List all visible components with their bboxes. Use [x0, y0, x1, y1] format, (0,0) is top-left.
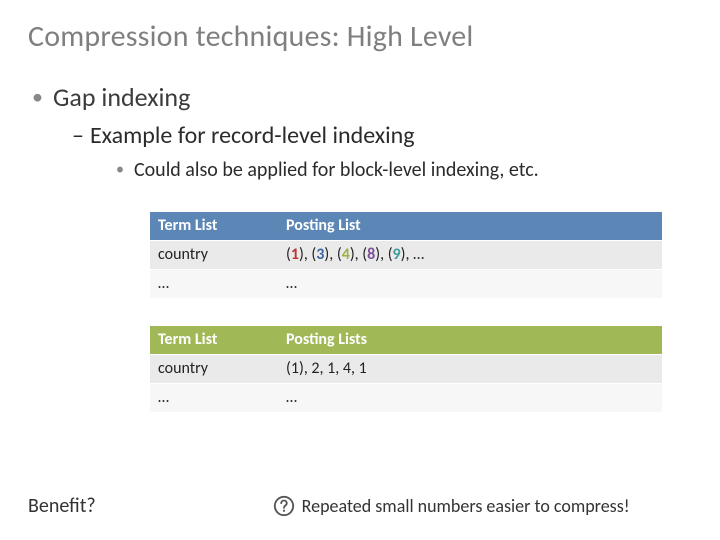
benefit-question: Benefit? [28, 494, 96, 518]
cell-term: … [150, 270, 278, 299]
cell-posting: … [278, 384, 662, 413]
table-row: country (1), 2, 1, 4, 1 [150, 355, 662, 384]
table-header-term: Term List [150, 326, 278, 355]
posting-value: 9 [393, 245, 401, 264]
bullet-level-3: • Could also be applied for block-level i… [116, 158, 692, 182]
bullet-level-1: • Gap indexing [32, 81, 692, 113]
cell-term: … [150, 384, 278, 413]
bullet-level-2: –Example for record-level indexing [72, 121, 692, 150]
posting-value: 8 [367, 245, 375, 264]
tables-container: Term List Posting List country (1), (3),… [150, 212, 662, 412]
answer-wrap: Repeated small numbers easier to compres… [272, 494, 630, 518]
cell-term: country [150, 355, 278, 384]
table-header-row: Term List Posting Lists [150, 326, 662, 355]
table-row: … … [150, 270, 662, 299]
bullet-dash-icon: – [72, 121, 84, 150]
bullet-1-text: Gap indexing [53, 81, 190, 113]
posting-value: 1 [291, 245, 299, 264]
table-original: Term List Posting List country (1), (3),… [150, 212, 662, 298]
bullet-3-text: Could also be applied for block-level in… [134, 158, 539, 182]
bullet-2-text: Example for record-level indexing [90, 121, 415, 150]
table-header-term: Term List [150, 212, 278, 241]
footer: Benefit? Repeated small numbers easier t… [28, 494, 692, 518]
table-header-row: Term List Posting List [150, 212, 662, 241]
table-gap: Term List Posting Lists country (1), 2, … [150, 326, 662, 412]
benefit-answer: Repeated small numbers easier to compres… [302, 495, 630, 517]
table-row: … … [150, 384, 662, 413]
bullet-dot-icon: • [32, 83, 43, 110]
slide: Compression techniques: High Level • Gap … [0, 0, 720, 540]
bullet-dot-icon: • [116, 160, 124, 179]
posting-value: 3 [316, 245, 324, 264]
table-header-posting: Posting List [278, 212, 662, 241]
table-header-posting: Posting Lists [278, 326, 662, 355]
bullet-list: • Gap indexing –Example for record-level … [28, 81, 692, 182]
cell-term: country [150, 241, 278, 270]
page-title: Compression techniques: High Level [28, 18, 692, 55]
cell-posting: (1), 2, 1, 4, 1 [278, 355, 662, 384]
cell-posting: (1), (3), (4), (8), (9), … [278, 241, 662, 270]
cell-posting: … [278, 270, 662, 299]
question-mark-icon [272, 494, 296, 518]
posting-value: 4 [342, 245, 350, 264]
table-row: country (1), (3), (4), (8), (9), … [150, 241, 662, 270]
